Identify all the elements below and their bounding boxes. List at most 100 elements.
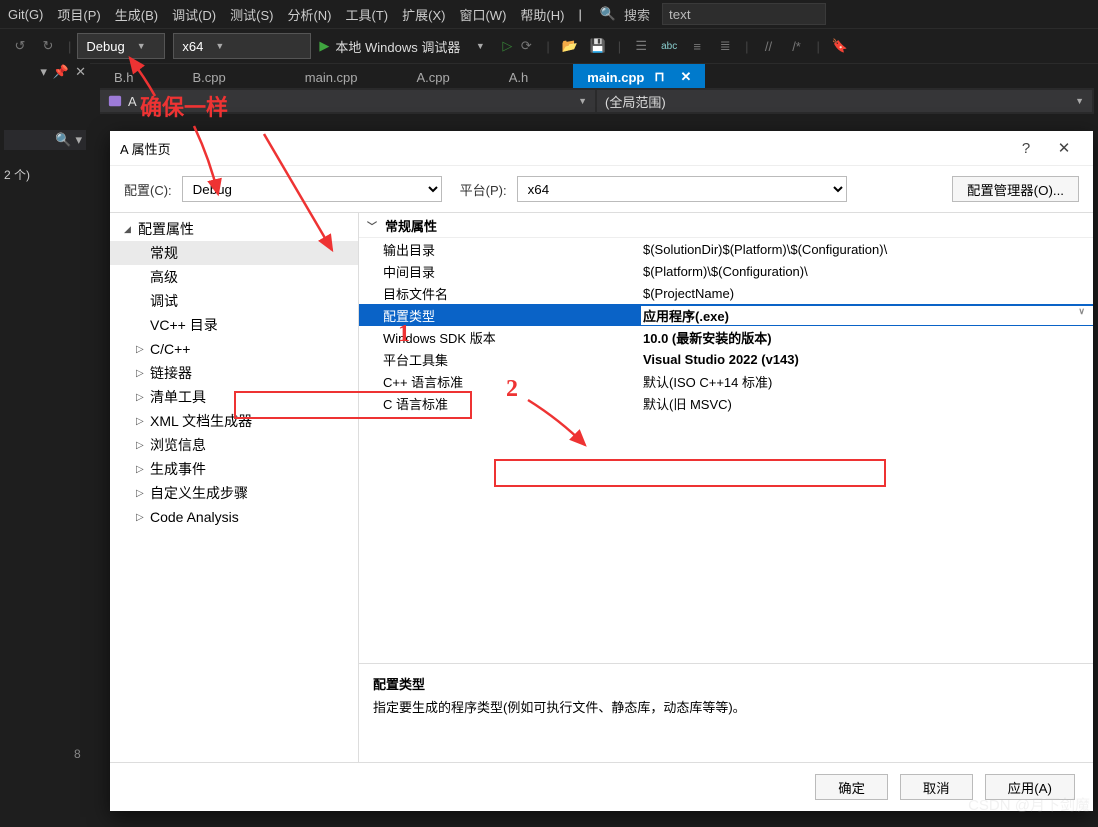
tree-vcdirs[interactable]: VC++ 目录 [110, 313, 358, 337]
toolbar-icon[interactable]: ⟳ [515, 35, 537, 57]
project-combo[interactable]: A ▼ [100, 90, 595, 112]
folder-icon[interactable]: 📂 [559, 35, 581, 57]
tree-advanced[interactable]: 高级 [110, 265, 358, 289]
desc-title: 配置类型 [373, 674, 1079, 693]
platform-label: 平台(P): [460, 180, 507, 199]
tree-custom[interactable]: 自定义生成步骤 [110, 481, 358, 505]
menu-analyze[interactable]: 分析(N) [287, 5, 331, 24]
tab-main1[interactable]: main.cpp [291, 64, 372, 90]
redo-icon[interactable]: ↻ [37, 35, 59, 57]
bookmark-icon[interactable]: 🔖 [829, 35, 851, 57]
chevron-down-icon: ∨ [1078, 306, 1085, 317]
comment-icon[interactable]: // [758, 35, 780, 57]
tab-acpp[interactable]: A.cpp [403, 64, 464, 90]
tree-debug[interactable]: 调试 [110, 289, 358, 313]
apply-button[interactable]: 应用(A) [985, 774, 1075, 800]
list-icon[interactable]: ☰ [630, 35, 652, 57]
search-label: 搜索 [624, 5, 650, 24]
prop-cppstd[interactable]: C++ 语言标准默认(ISO C++14 标准) [359, 370, 1093, 392]
config-label: 配置(C): [124, 180, 172, 199]
editor-tabs: B.h B.cpp main.cpp A.cpp A.h main.cpp ⊓ … [0, 64, 1098, 90]
menu-git[interactable]: Git(G) [8, 7, 43, 22]
cancel-button[interactable]: 取消 [900, 774, 973, 800]
config-manager-button[interactable]: 配置管理器(O)... [952, 176, 1079, 202]
tree-general[interactable]: 常规 [110, 241, 358, 265]
search-box[interactable]: 🔍▾ [4, 130, 86, 150]
property-grid[interactable]: 输出目录$(SolutionDir)$(Platform)\$(Configur… [359, 238, 1093, 663]
outdent-icon[interactable]: ≣ [714, 35, 736, 57]
dialog-title: A 属性页 [120, 139, 171, 158]
menu-test[interactable]: 测试(S) [230, 5, 273, 24]
menu-help[interactable]: 帮助(H) [520, 5, 564, 24]
play-icon[interactable]: ▶ [319, 38, 329, 54]
menu-tools[interactable]: 工具(T) [346, 5, 389, 24]
tab-bcpp[interactable]: B.cpp [179, 64, 240, 90]
property-panel: ﹀ 常规属性 输出目录$(SolutionDir)$(Platform)\$(C… [359, 213, 1093, 762]
chevron-down-icon: ▼ [1075, 96, 1084, 106]
tab-ah[interactable]: A.h [495, 64, 543, 90]
prop-outdir[interactable]: 输出目录$(SolutionDir)$(Platform)\$(Configur… [359, 238, 1093, 260]
desc-text: 指定要生成的程序类型(例如可执行文件、静态库，动态库等等)。 [373, 697, 1079, 716]
prop-intdir[interactable]: 中间目录$(Platform)\$(Configuration)\ [359, 260, 1093, 282]
description-box: 配置类型 指定要生成的程序类型(例如可执行文件、静态库，动态库等等)。 [359, 663, 1093, 762]
menu-debug[interactable]: 调试(D) [172, 5, 216, 24]
platform-dropdown[interactable]: x64 ▼ [173, 33, 311, 59]
play-outline-icon[interactable]: ▷ [502, 38, 512, 54]
config-select[interactable]: Debug [182, 176, 442, 202]
undo-icon[interactable]: ↺ [9, 35, 31, 57]
context-bar: A ▼ (全局范围) ▼ [100, 88, 1094, 114]
search-input[interactable] [662, 3, 826, 25]
chevron-down-icon: ▼ [215, 41, 224, 51]
debugger-label[interactable]: 本地 Windows 调试器 [335, 37, 460, 56]
menu-extensions[interactable]: 扩展(X) [402, 5, 445, 24]
menu-build[interactable]: 生成(B) [115, 5, 158, 24]
tree-linker[interactable]: 链接器 [110, 361, 358, 385]
collapse-icon[interactable]: ﹀ [367, 218, 379, 233]
dialog-filters: 配置(C): Debug 平台(P): x64 配置管理器(O)... [110, 166, 1093, 212]
ok-button[interactable]: 确定 [815, 774, 888, 800]
abc-icon[interactable]: abc [658, 35, 680, 57]
chevron-down-icon: ▼ [578, 96, 587, 106]
scope-combo[interactable]: (全局范围) ▼ [597, 90, 1092, 112]
platform-select[interactable]: x64 [517, 176, 847, 202]
prop-sdk[interactable]: Windows SDK 版本10.0 (最新安装的版本) [359, 326, 1093, 348]
property-tree[interactable]: 配置属性 常规 高级 调试 VC++ 目录 C/C++ 链接器 清单工具 XML… [110, 213, 359, 762]
menubar: Git(G) 项目(P) 生成(B) 调试(D) 测试(S) 分析(N) 工具(… [0, 0, 1098, 28]
indent-icon[interactable]: ≡ [686, 35, 708, 57]
dropdown-icon[interactable]: ▾ [40, 64, 47, 80]
dialog-titlebar: A 属性页 ? ✕ [110, 131, 1093, 166]
project-icon [108, 94, 122, 108]
tree-root[interactable]: 配置属性 [110, 217, 358, 241]
prop-cstd[interactable]: C 语言标准默认(旧 MSVC) [359, 392, 1093, 414]
platform-value: x64 [182, 39, 203, 54]
uncomment-icon[interactable]: /* [786, 35, 808, 57]
tree-ccpp[interactable]: C/C++ [110, 337, 358, 361]
tab-main-active[interactable]: main.cpp ⊓ ✕ [573, 64, 705, 90]
prop-toolset[interactable]: 平台工具集Visual Studio 2022 (v143) [359, 348, 1093, 370]
tree-browse[interactable]: 浏览信息 [110, 433, 358, 457]
pin-icon[interactable]: 📌 [53, 64, 69, 80]
pin-icon[interactable]: ⊓ [654, 69, 664, 85]
tree-analysis[interactable]: Code Analysis [110, 505, 358, 529]
chevron-down-icon[interactable]: ▼ [469, 35, 491, 57]
prop-target[interactable]: 目标文件名$(ProjectName) [359, 282, 1093, 304]
save-icon[interactable]: 💾 [587, 35, 609, 57]
config-dropdown[interactable]: Debug ▼ [77, 33, 165, 59]
left-tool-window: ▾ 📌 ✕ 🔍▾ 2 个) [0, 62, 90, 802]
menu-project[interactable]: 项目(P) [57, 5, 100, 24]
dialog-footer: 确定 取消 应用(A) [110, 762, 1093, 811]
tree-buildevents[interactable]: 生成事件 [110, 457, 358, 481]
help-icon[interactable]: ? [1007, 133, 1045, 163]
left-note: 2 个) [0, 164, 90, 185]
tree-manifest[interactable]: 清单工具 [110, 385, 358, 409]
close-icon[interactable]: ✕ [681, 69, 692, 85]
config-value: Debug [86, 39, 124, 54]
prop-configtype[interactable]: 配置类型应用程序(.exe)∨ [359, 304, 1093, 326]
tab-bh[interactable]: B.h [100, 64, 148, 90]
menu-window[interactable]: 窗口(W) [459, 5, 506, 24]
tree-xml[interactable]: XML 文档生成器 [110, 409, 358, 433]
search-icon[interactable]: 🔍 [600, 6, 616, 22]
close-icon[interactable]: ✕ [75, 64, 86, 80]
close-icon[interactable]: ✕ [1045, 133, 1083, 163]
prop-header[interactable]: ﹀ 常规属性 [359, 213, 1093, 238]
